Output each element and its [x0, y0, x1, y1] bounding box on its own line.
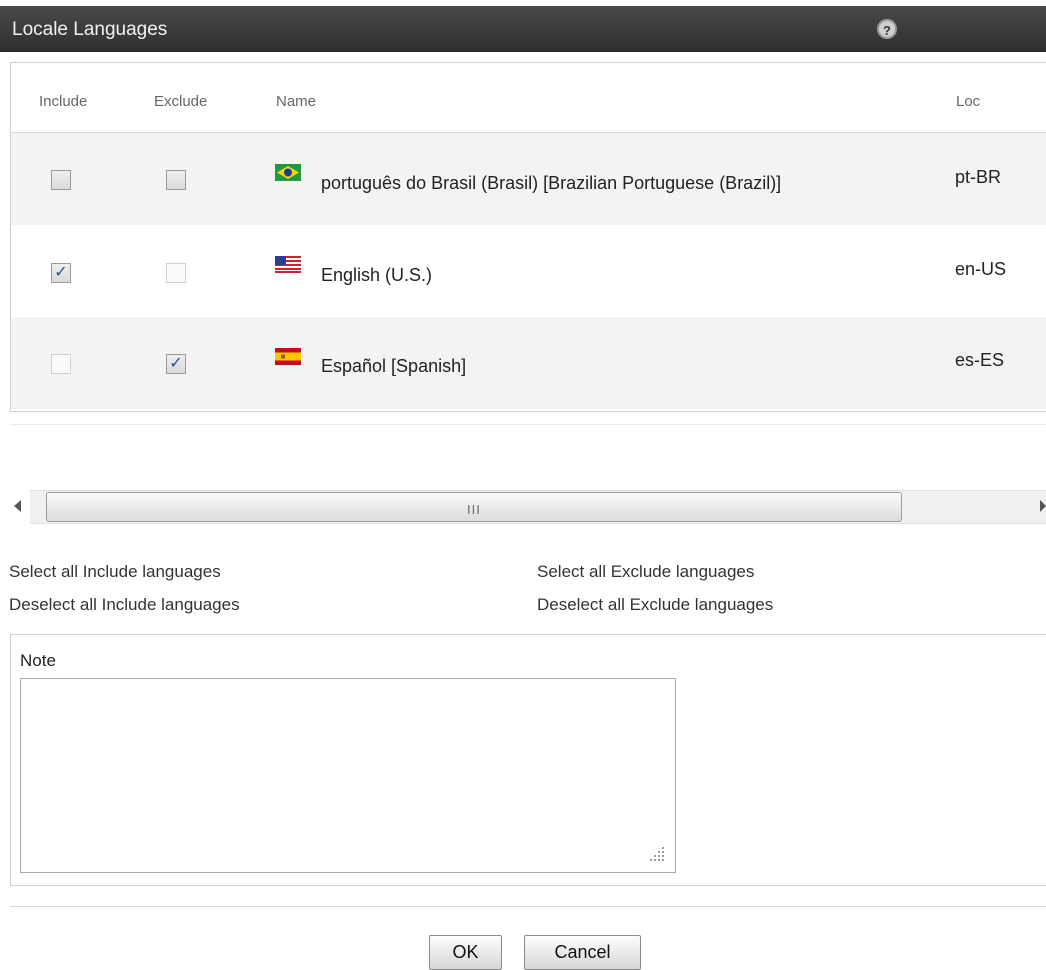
- exclude-checkbox[interactable]: ✓: [166, 354, 186, 374]
- help-icon[interactable]: ?: [877, 19, 897, 39]
- include-checkbox[interactable]: [51, 170, 71, 190]
- dialog-titlebar: Locale Languages ?: [0, 6, 1046, 52]
- language-loc: en-US: [955, 259, 1007, 279]
- language-name: English (U.S.): [321, 265, 433, 285]
- check-mark-icon: ✓: [54, 264, 68, 281]
- table-row: ✓ Español [Spanish] es-ES: [11, 317, 1046, 409]
- exclude-checkbox[interactable]: [166, 170, 186, 190]
- locale-languages-table: Include Exclude Name Loc português do Br…: [10, 62, 1046, 412]
- table-row: ✓ English (U.S.) en-US: [11, 225, 1046, 317]
- scrollbar-grip-icon: III: [467, 502, 481, 517]
- dialog-title: Locale Languages: [12, 19, 168, 40]
- language-loc: es-ES: [955, 350, 1005, 370]
- scroll-left-arrow-icon[interactable]: [14, 500, 21, 512]
- cancel-button[interactable]: Cancel: [524, 935, 641, 970]
- deselect-all-exclude-link[interactable]: Deselect all Exclude languages: [537, 595, 773, 615]
- language-loc: pt-BR: [955, 167, 1002, 187]
- scroll-right-arrow-icon[interactable]: [1040, 500, 1046, 512]
- column-header-loc: Loc: [956, 93, 981, 110]
- column-header-exclude: Exclude: [154, 93, 208, 110]
- language-name: português do Brasil (Brasil) [Brazilian …: [321, 173, 782, 193]
- ok-button[interactable]: OK: [429, 935, 502, 970]
- exclude-checkbox[interactable]: [166, 263, 186, 283]
- us-flag-icon: [275, 256, 301, 273]
- select-all-exclude-link[interactable]: Select all Exclude languages: [537, 562, 754, 582]
- check-mark-icon: ✓: [169, 355, 183, 372]
- footer-divider: [10, 906, 1046, 907]
- include-checkbox[interactable]: ✓: [51, 263, 71, 283]
- brazil-flag-icon: [275, 164, 301, 181]
- resize-grip-icon[interactable]: [648, 845, 666, 863]
- deselect-all-include-link[interactable]: Deselect all Include languages: [9, 595, 240, 615]
- column-header-name: Name: [276, 93, 317, 110]
- horizontal-scrollbar-thumb[interactable]: III: [46, 492, 902, 522]
- note-label: Note: [20, 651, 56, 670]
- table-header: Include Exclude Name Loc: [11, 63, 1046, 133]
- table-row: português do Brasil (Brasil) [Brazilian …: [11, 133, 1046, 225]
- spain-flag-icon: [275, 348, 301, 365]
- select-all-include-link[interactable]: Select all Include languages: [9, 562, 221, 582]
- section-divider: [10, 424, 1046, 425]
- include-checkbox[interactable]: [51, 354, 71, 374]
- column-header-include: Include: [39, 93, 88, 110]
- language-name: Español [Spanish]: [321, 356, 467, 376]
- note-textarea[interactable]: [20, 678, 676, 873]
